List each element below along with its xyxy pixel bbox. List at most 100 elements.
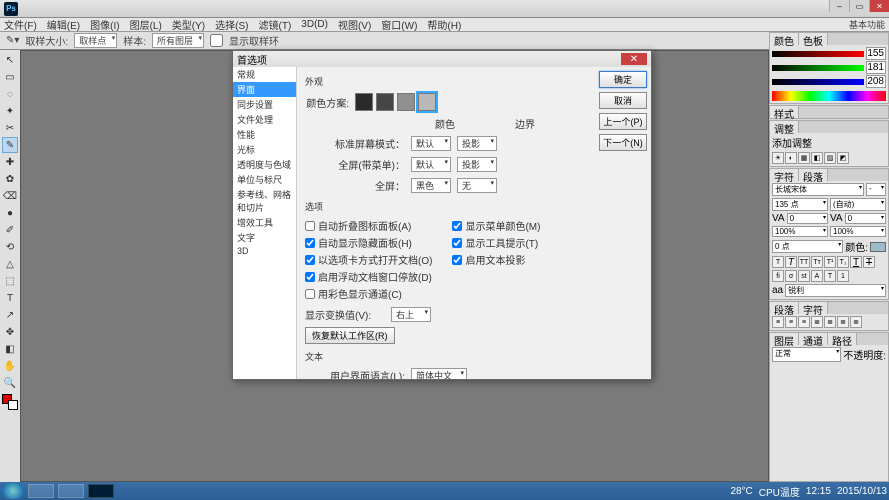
adj-icon[interactable]: ☀ [772,152,784,164]
sub[interactable]: T₁ [837,256,849,268]
spectrum-bar[interactable] [772,91,886,101]
tool-history[interactable]: ● [2,205,18,221]
chk-tooltips[interactable] [452,238,462,248]
sidebar-item-guides[interactable]: 参考线、网格和切片 [233,187,296,215]
tool-blur[interactable]: △ [2,256,18,272]
menu-file[interactable]: 文件(F) [4,17,37,32]
chan-select[interactable]: 右上 [391,307,431,322]
scheme-med-light[interactable] [397,93,415,111]
sidebar-item-general[interactable]: 常规 [233,67,296,82]
small[interactable]: Tт [811,256,823,268]
just-l[interactable]: ≣ [811,316,823,328]
ok-button[interactable]: 确定 [599,71,647,88]
scheme-light[interactable] [418,93,436,111]
tab-swatches[interactable]: 色板 [799,33,828,45]
ot[interactable]: A [811,270,823,282]
ot[interactable]: st [798,270,810,282]
italic[interactable]: T [785,256,797,268]
close-button[interactable]: ✕ [869,0,889,12]
tool-path[interactable]: ✥ [2,324,18,340]
menu-filter[interactable]: 滤镜(T) [259,17,292,32]
workspace-label[interactable]: 基本功能 [849,18,885,31]
tool-hand[interactable]: ✋ [2,358,18,374]
ot[interactable]: T [824,270,836,282]
reset-workspace-button[interactable]: 恢复默认工作区(R) [305,327,395,344]
row1-border[interactable]: 投影 [457,136,497,151]
just-c[interactable]: ≣ [824,316,836,328]
sidebar-item-sync[interactable]: 同步设置 [233,97,296,112]
adj-icon[interactable]: ◐ [785,152,797,164]
tab-color[interactable]: 颜色 [770,33,799,45]
style-select[interactable]: - [866,183,886,196]
hscale[interactable]: 100% [772,226,828,237]
tab-char[interactable]: 字符 [770,169,799,181]
row2-border[interactable]: 投影 [457,157,497,172]
g-value[interactable]: 181 [866,61,886,74]
sample-select[interactable]: 所有图层 [152,33,204,48]
chk-autocollapse[interactable] [305,221,315,231]
tool-marquee[interactable]: ▭ [2,69,18,85]
sidebar-item-units[interactable]: 单位与标尺 [233,172,296,187]
ot[interactable]: σ [785,270,797,282]
menu-view[interactable]: 视图(V) [338,17,371,32]
task-ps[interactable] [88,484,114,498]
text-color[interactable] [870,242,886,252]
align-c[interactable]: ≡ [785,316,797,328]
tool-brush[interactable]: ✿ [2,171,18,187]
sup[interactable]: T¹ [824,256,836,268]
menu-help[interactable]: 帮助(H) [427,17,461,32]
sidebar-item-cursor[interactable]: 光标 [233,142,296,157]
tab-layers[interactable]: 图层 [770,333,799,345]
tab-adjust[interactable]: 调整 [770,121,799,133]
dialog-close-button[interactable]: ✕ [621,53,647,65]
task-explorer[interactable] [28,484,54,498]
chk-tabs[interactable] [305,255,315,265]
chk-dock[interactable] [305,272,315,282]
next-button[interactable]: 下一个(N) [599,134,647,151]
ot[interactable]: 1 [837,270,849,282]
menu-type[interactable]: 类型(Y) [172,17,205,32]
tool-eraser[interactable]: ✐ [2,222,18,238]
max-button[interactable]: ▭ [849,0,869,12]
tool-eyedropper[interactable]: ✎ [2,137,18,153]
tab-char2[interactable]: 字符 [799,302,828,314]
show-ring-check[interactable] [210,34,223,47]
row3-color[interactable]: 黑色 [411,178,451,193]
aa-select[interactable]: 锐利 [785,284,886,297]
r-value[interactable]: 155 [866,47,886,60]
kerning-select[interactable]: 0 [845,213,886,224]
lang-select[interactable]: 简体中文 [411,368,467,379]
color-swatches[interactable] [2,394,18,410]
menu-image[interactable]: 图像(I) [90,17,119,32]
eyedropper-icon[interactable]: ✎▾ [6,35,19,46]
sidebar-item-3d[interactable]: 3D [233,245,296,257]
menu-edit[interactable]: 编辑(E) [47,17,80,32]
row3-border[interactable]: 无 [457,178,497,193]
adj-icon[interactable]: ◩ [837,152,849,164]
sidebar-item-file[interactable]: 文件处理 [233,112,296,127]
align-r[interactable]: ≡ [798,316,810,328]
adj-icon[interactable]: ▦ [798,152,810,164]
font-select[interactable]: 长城宋体 [772,183,864,196]
chk-menucolor[interactable] [452,221,462,231]
sidebar-item-type[interactable]: 文字 [233,230,296,245]
task-folder[interactable] [58,484,84,498]
tool-wand[interactable]: ✦ [2,103,18,119]
under[interactable]: T [850,256,862,268]
tab-channels[interactable]: 通道 [799,333,828,345]
sample-size-select[interactable]: 取样点 [74,33,117,48]
blend-mode[interactable]: 正常 [772,347,841,362]
prev-button[interactable]: 上一个(P) [599,113,647,130]
tool-move[interactable]: ↖ [2,52,18,68]
tool-stamp[interactable]: ⌫ [2,188,18,204]
tab-para2[interactable]: 段落 [770,302,799,314]
sidebar-item-interface[interactable]: 界面 [233,82,296,97]
vscale[interactable]: 100% [830,226,886,237]
scheme-med-dark[interactable] [376,93,394,111]
chk-autoshow[interactable] [305,238,315,248]
sidebar-item-perf[interactable]: 性能 [233,127,296,142]
start-button[interactable] [2,483,24,499]
tool-zoom[interactable]: 🔍 [2,375,18,391]
row2-color[interactable]: 默认 [411,157,451,172]
adj-icon[interactable]: ▨ [824,152,836,164]
